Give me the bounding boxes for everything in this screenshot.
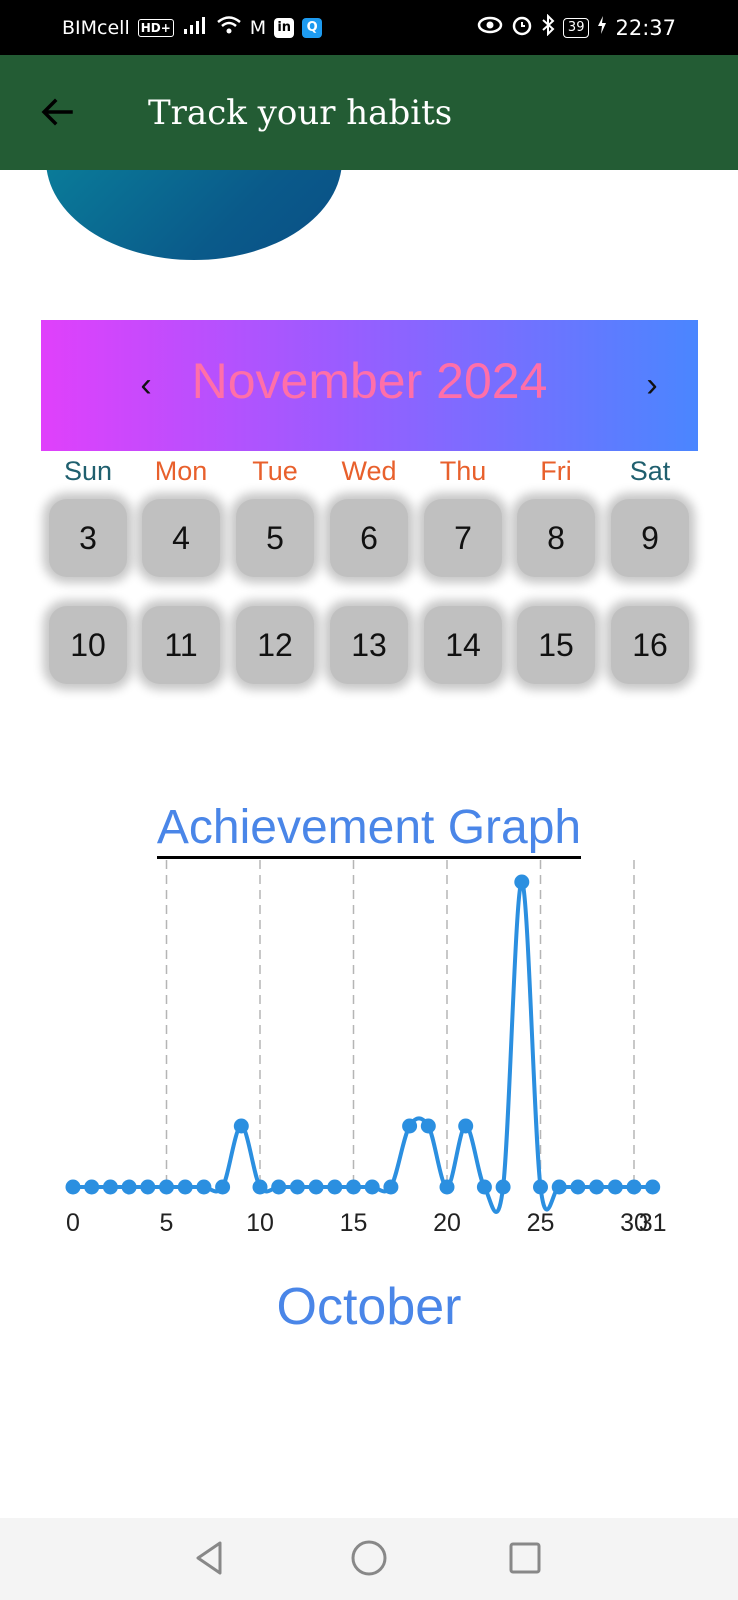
day-cell[interactable]: 4 (142, 499, 220, 577)
data-point (215, 1179, 231, 1195)
app-bar: Track your habits (0, 55, 738, 170)
graph-title: Achievement Graph (0, 800, 738, 859)
data-point (383, 1179, 399, 1195)
data-point (159, 1179, 174, 1195)
data-point (364, 1179, 380, 1195)
day-cell[interactable]: 10 (49, 606, 127, 684)
data-point (402, 1118, 418, 1134)
series-line (73, 879, 653, 1215)
recents-square-icon[interactable] (505, 1538, 545, 1578)
weekday-sat: Sat (629, 456, 671, 486)
next-month-button[interactable]: › (632, 360, 672, 410)
page-title: Track your habits (148, 93, 453, 133)
day-cell[interactable]: 7 (424, 499, 502, 577)
back-button[interactable] (32, 89, 82, 135)
data-point (589, 1179, 605, 1195)
x-tick-label: 31 (639, 1209, 667, 1237)
data-point (102, 1179, 118, 1195)
data-point (514, 874, 530, 890)
weekday-fri: Fri (540, 456, 572, 486)
data-point (177, 1179, 193, 1195)
day-cell[interactable]: 5 (236, 499, 314, 577)
day-cell[interactable]: 12 (236, 606, 314, 684)
data-point (346, 1179, 361, 1195)
system-nav-bar (0, 1518, 738, 1600)
day-cell[interactable]: 6 (330, 499, 408, 577)
data-point (533, 1179, 548, 1195)
data-point (495, 1179, 511, 1195)
graph-title-text: Achievement Graph (156, 801, 582, 859)
data-point (645, 1179, 661, 1195)
x-tick-label: 5 (160, 1209, 174, 1237)
x-tick-label: 20 (433, 1209, 461, 1237)
x-tick-label: 10 (246, 1209, 274, 1237)
x-tick-label: 0 (66, 1209, 80, 1237)
arrow-left-icon (41, 98, 73, 126)
month-label: November 2024 (191, 353, 548, 409)
weekday-thu: Thu (439, 456, 487, 486)
data-point (308, 1179, 324, 1195)
data-point (121, 1179, 137, 1195)
day-cell[interactable]: 3 (49, 499, 127, 577)
weekday-wed: Wed (341, 456, 397, 486)
day-cell[interactable]: 13 (330, 606, 408, 684)
data-point (439, 1179, 455, 1195)
x-tick-label: 15 (340, 1209, 368, 1237)
achievement-chart: 0 5 10 15 20 25 3031 (65, 860, 667, 1237)
data-point (458, 1118, 474, 1134)
data-point (607, 1179, 623, 1195)
data-point (196, 1179, 212, 1195)
data-point (252, 1179, 268, 1195)
data-point (233, 1118, 249, 1134)
calendar-header: ‹ November 2024 › (41, 320, 698, 451)
day-cell[interactable]: 14 (424, 606, 502, 684)
data-point (140, 1179, 156, 1195)
data-point (570, 1179, 586, 1195)
weekday-tue: Tue (252, 456, 298, 486)
data-point (65, 1179, 81, 1195)
chart-x-label: October (276, 1278, 462, 1336)
data-point (476, 1179, 492, 1195)
data-point (84, 1179, 100, 1195)
day-cell[interactable]: 11 (142, 606, 220, 684)
data-point (551, 1179, 567, 1195)
day-cell[interactable]: 16 (611, 606, 689, 684)
day-cell[interactable]: 8 (517, 499, 595, 577)
data-point (626, 1179, 642, 1195)
weekday-sun: Sun (63, 456, 113, 486)
data-point (271, 1179, 287, 1195)
data-point (289, 1179, 305, 1195)
data-point (327, 1179, 343, 1195)
data-point (420, 1118, 436, 1134)
back-triangle-icon[interactable] (190, 1538, 230, 1578)
day-cell[interactable]: 9 (611, 499, 689, 577)
x-tick-label: 25 (527, 1209, 555, 1237)
home-circle-icon[interactable] (349, 1538, 389, 1578)
day-cell[interactable]: 15 (517, 606, 595, 684)
weekday-mon: Mon (154, 456, 208, 486)
